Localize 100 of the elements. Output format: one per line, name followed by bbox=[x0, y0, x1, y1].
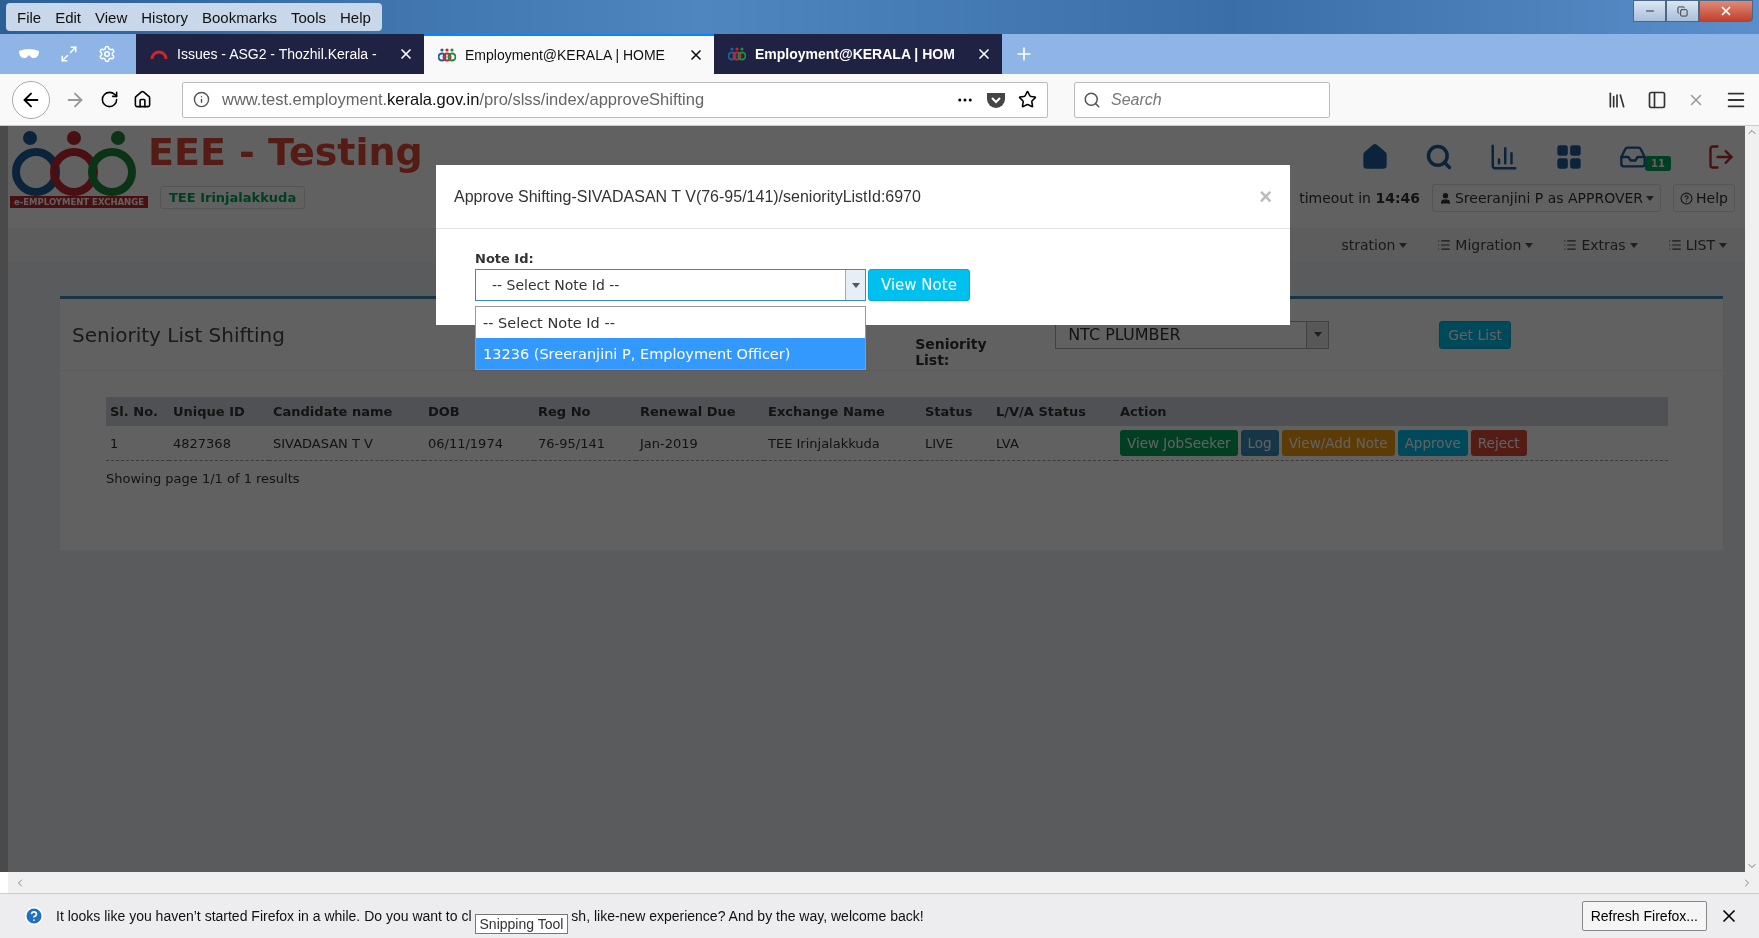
logo-icon bbox=[438, 47, 456, 63]
tooltip: Snipping Tool bbox=[474, 914, 569, 934]
nav-menu[interactable]: LIST bbox=[1667, 237, 1727, 253]
nav-menu[interactable]: Extras bbox=[1563, 237, 1638, 253]
table-cell: LVA bbox=[992, 426, 1116, 461]
table-cell: 76-95/141 bbox=[534, 426, 636, 461]
count-badge: 11 bbox=[1645, 156, 1671, 171]
column-header: L/V/A Status bbox=[992, 397, 1116, 426]
minimize-button[interactable] bbox=[1633, 0, 1666, 22]
table-cell: SIVADASAN T V bbox=[269, 426, 424, 461]
column-header: Status bbox=[921, 397, 992, 426]
caret-icon bbox=[1399, 242, 1408, 248]
address-field[interactable]: www.test.employment.kerala.gov.in/pro/slss/index/approveShifting bbox=[182, 81, 1048, 118]
column-header: Unique ID bbox=[169, 397, 269, 426]
menu-item[interactable]: History bbox=[136, 8, 193, 26]
panel-title: Seniority List Shifting bbox=[72, 322, 285, 347]
column-header: Action bbox=[1116, 397, 1668, 426]
close-button[interactable] bbox=[1699, 0, 1753, 22]
help-icon bbox=[24, 906, 44, 926]
pagination-info: Showing page 1/1 of 1 results bbox=[106, 471, 301, 486]
column-header: Reg No bbox=[534, 397, 636, 426]
list-icon bbox=[1437, 238, 1452, 252]
nav-menu[interactable]: Migration bbox=[1437, 237, 1534, 253]
column-header: DOB bbox=[424, 397, 534, 426]
action-button[interactable]: Reject bbox=[1470, 430, 1527, 456]
office-label: TEE Irinjalakkuda bbox=[160, 186, 306, 209]
logo-caption: e-EMPLOYMENT EXCHANGE bbox=[10, 196, 148, 208]
user-menu-button[interactable]: Sreeranjini P as APPROVER bbox=[1432, 184, 1662, 212]
restore-button[interactable] bbox=[1666, 0, 1699, 22]
get-list-button[interactable]: Get List bbox=[1439, 320, 1511, 349]
dropdown-arrow-icon bbox=[1313, 332, 1322, 337]
view-note-button[interactable]: View Note bbox=[868, 269, 970, 301]
star-icon[interactable] bbox=[1018, 90, 1037, 109]
search-icon bbox=[1083, 90, 1101, 109]
grid-icon[interactable] bbox=[1555, 143, 1584, 171]
notification-text: It looks like you haven’t started Firefox in a while. Do you want to cl bbox=[56, 908, 472, 924]
field-label: Note Id: bbox=[475, 251, 535, 266]
action-button[interactable]: Log bbox=[1240, 430, 1279, 456]
browser-tab[interactable]: Employment@KERALA | HOM bbox=[714, 34, 1002, 74]
table-cell: TEE Irinjalakkuda bbox=[764, 426, 921, 461]
dropdown-option[interactable]: 13236 (Sreeranjini P, Employment Officer) bbox=[476, 338, 865, 369]
restore-icon bbox=[1677, 5, 1688, 17]
home-icon[interactable] bbox=[133, 90, 152, 109]
user-icon bbox=[1439, 191, 1452, 205]
menu-item[interactable]: File bbox=[12, 8, 47, 26]
caret-icon bbox=[1646, 195, 1655, 201]
table-cell: Jan-2019 bbox=[636, 426, 764, 461]
info-icon[interactable] bbox=[193, 91, 210, 108]
column-header: Exchange Name bbox=[764, 397, 921, 426]
nav-menu[interactable]: stration bbox=[1341, 237, 1408, 253]
sidebar-icon[interactable] bbox=[1647, 89, 1667, 110]
dropdown-arrow-icon bbox=[851, 282, 860, 288]
arc-icon bbox=[150, 48, 168, 60]
search-icon[interactable] bbox=[1425, 143, 1454, 171]
reload-icon[interactable] bbox=[100, 90, 119, 109]
mask-icon[interactable] bbox=[18, 48, 40, 60]
close-icon[interactable] bbox=[688, 47, 704, 63]
logo-icon bbox=[728, 46, 746, 62]
table-cell: LIVE bbox=[921, 426, 992, 461]
menu-item[interactable]: Edit bbox=[50, 8, 87, 26]
search-field[interactable]: Search bbox=[1074, 81, 1330, 118]
menu-item[interactable]: Bookmarks bbox=[196, 8, 282, 26]
close-button[interactable]: × bbox=[1259, 183, 1272, 210]
table-cell: 06/11/1974 bbox=[424, 426, 534, 461]
pocket-icon[interactable] bbox=[986, 90, 1006, 109]
menu-item[interactable]: Tools bbox=[286, 8, 331, 26]
logout-icon[interactable] bbox=[1707, 143, 1735, 171]
session-timer: timeout in 14:46 bbox=[1299, 190, 1420, 206]
help-button[interactable]: Help bbox=[1673, 184, 1735, 212]
column-header: Renewal Due bbox=[636, 397, 764, 426]
back-button[interactable] bbox=[12, 80, 50, 119]
modal-title: Approve Shifting-SIVADASAN T V(76-95/141)/seniorityListId:6970 bbox=[454, 187, 921, 206]
help-icon bbox=[1680, 191, 1694, 205]
column-header: Sl. No. bbox=[106, 397, 169, 426]
table-cell: 1 bbox=[106, 426, 169, 461]
menu-item[interactable]: View bbox=[90, 8, 133, 26]
app-title: EEE - Testing bbox=[148, 130, 423, 174]
field-label: Seniority List: bbox=[915, 335, 988, 368]
caret-icon bbox=[1719, 242, 1727, 248]
expand-icon[interactable] bbox=[60, 45, 78, 63]
browser-tab[interactable]: Issues - ASG2 - Thozhil.Kerala - bbox=[136, 34, 424, 74]
vertical-scrollbar[interactable] bbox=[1745, 126, 1759, 872]
action-button[interactable]: Approve bbox=[1397, 430, 1468, 456]
caret-icon bbox=[1525, 242, 1534, 248]
browser-tab[interactable]: Employment@KERALA | HOME bbox=[424, 34, 714, 74]
gear-icon[interactable] bbox=[98, 45, 116, 63]
list-icon bbox=[1563, 238, 1578, 252]
note-select[interactable]: -- Select Note Id -- bbox=[475, 269, 866, 301]
close-icon bbox=[1719, 4, 1733, 18]
list-icon bbox=[1667, 238, 1682, 252]
action-button[interactable]: View/Add Note bbox=[1281, 430, 1395, 456]
menu-item[interactable]: Help bbox=[335, 8, 376, 26]
table-cell: 4827368 bbox=[169, 426, 269, 461]
refresh-button[interactable]: Refresh Firefox... bbox=[1581, 901, 1707, 931]
close-icon[interactable] bbox=[976, 46, 992, 62]
caret-icon bbox=[1629, 242, 1638, 248]
horizontal-scrollbar[interactable] bbox=[8, 872, 1759, 893]
notification-text: sh, like-new experience? And by the way, welcome back! bbox=[571, 908, 924, 924]
action-button[interactable]: View JobSeeker bbox=[1120, 430, 1238, 456]
close-icon[interactable] bbox=[398, 46, 414, 62]
